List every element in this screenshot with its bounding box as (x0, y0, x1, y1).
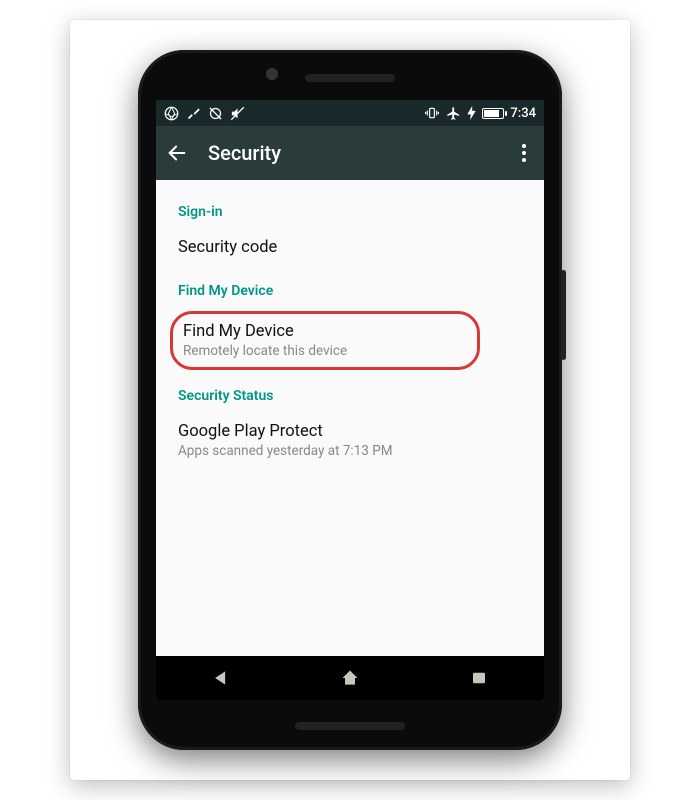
status-left-icons (164, 106, 245, 121)
item-title: Google Play Protect (178, 422, 522, 441)
status-bar: 7:34 (156, 100, 544, 126)
section-header-security-status: Security Status (174, 374, 526, 412)
overflow-menu-icon[interactable] (514, 136, 534, 170)
section-header-find-my-device: Find My Device (174, 269, 526, 307)
status-time: 7:34 (510, 106, 536, 121)
phone-mockup: 7:34 Security Sign-in Security code Find… (138, 50, 562, 750)
airplane-icon (446, 106, 461, 121)
aperture-icon (164, 106, 179, 121)
brush-icon (186, 106, 201, 121)
phone-power-button (561, 270, 566, 360)
screen: 7:34 Security Sign-in Security code Find… (156, 100, 544, 700)
item-security-code[interactable]: Security code (174, 228, 526, 269)
navigation-bar (156, 656, 544, 700)
item-google-play-protect[interactable]: Google Play Protect Apps scanned yesterd… (174, 412, 526, 471)
phone-camera (266, 68, 278, 80)
vibrate-icon (424, 106, 440, 120)
charging-icon (467, 106, 476, 120)
no-location-icon (208, 106, 223, 121)
image-frame: 7:34 Security Sign-in Security code Find… (70, 20, 630, 780)
item-subtitle: Remotely locate this device (183, 343, 463, 359)
item-title: Find My Device (183, 322, 463, 341)
item-find-my-device[interactable]: Find My Device Remotely locate this devi… (170, 311, 480, 370)
item-title: Security code (178, 238, 522, 257)
page-title: Security (208, 141, 494, 165)
battery-icon (482, 108, 504, 119)
phone-home-indicator (295, 722, 405, 730)
nav-recents-button[interactable] (459, 666, 499, 690)
phone-speaker (305, 74, 395, 82)
nav-home-button[interactable] (330, 666, 370, 690)
app-bar: Security (156, 126, 544, 180)
mute-icon (230, 106, 245, 121)
settings-content: Sign-in Security code Find My Device Fin… (156, 180, 544, 656)
item-subtitle: Apps scanned yesterday at 7:13 PM (178, 443, 522, 459)
nav-back-button[interactable] (201, 666, 241, 690)
status-right-icons: 7:34 (424, 106, 536, 121)
section-header-signin: Sign-in (174, 190, 526, 228)
back-icon[interactable] (166, 142, 188, 164)
